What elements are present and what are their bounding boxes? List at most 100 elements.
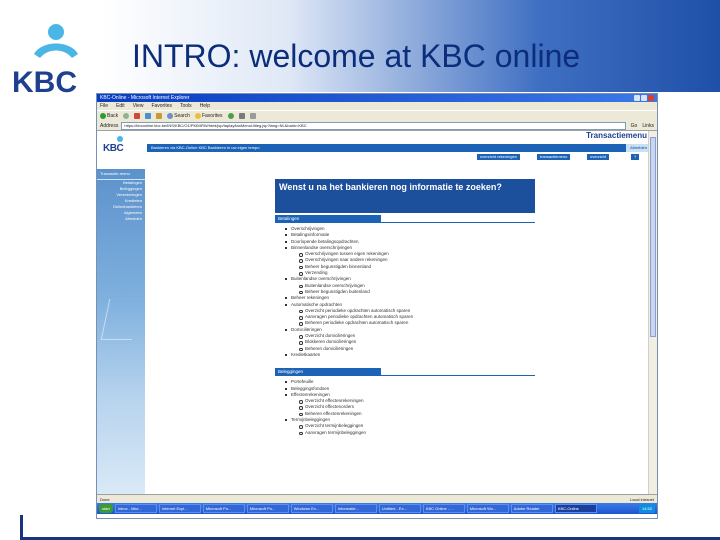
back-button[interactable]: Back	[100, 113, 118, 119]
sub-list-item[interactable]: Aanvragen termijnbeleggingen	[299, 430, 535, 436]
list-item-label[interactable]: Domiciliëringen	[291, 327, 322, 332]
menu-file[interactable]: File	[100, 103, 108, 109]
menu-view[interactable]: View	[133, 103, 144, 109]
status-bar: Done Local intranet	[97, 494, 657, 503]
home-button[interactable]	[156, 113, 163, 119]
taskbar-task[interactable]: KBC-Online	[554, 504, 597, 513]
favorites-label: Favorites	[201, 113, 223, 119]
sub-list: Overzicht domiciliëringen Blokkeren domic…	[291, 333, 535, 352]
search-button[interactable]: Search	[167, 113, 190, 119]
section-title: Beleggingen	[275, 368, 381, 376]
list-item-label[interactable]: Termijnbeleggingen	[291, 417, 330, 422]
list-item[interactable]: Kredietkaarten	[285, 352, 535, 358]
history-button[interactable]	[227, 113, 234, 119]
kbc-logo-text: KBC	[12, 66, 77, 98]
links-button[interactable]: Links	[642, 123, 654, 129]
kbc-page-logo[interactable]: KBC	[103, 135, 141, 155]
list-item[interactable]: Automatische opdrachten Overzicht periodi…	[285, 302, 535, 327]
pill-help[interactable]: ?	[631, 154, 640, 160]
info-sections: Betalingen Overschrijvingen Betalingsinfor…	[275, 215, 535, 444]
stop-button[interactable]	[134, 113, 141, 119]
taskbar-task[interactable]: Informatie...	[334, 504, 377, 513]
taskbar-task[interactable]: Microsoft Po...	[246, 504, 289, 513]
print-icon	[249, 113, 256, 119]
address-bar: Address https://kbconline.kbc.be/INS/KBC…	[97, 121, 657, 131]
list-item-label[interactable]: Portefeuille	[291, 379, 314, 384]
list-item-label[interactable]: Automatische opdrachten	[291, 302, 342, 307]
go-button[interactable]: Go	[629, 123, 640, 129]
refresh-button[interactable]	[145, 113, 152, 119]
list-item-label[interactable]: Overschrijvingen	[291, 226, 325, 231]
list-item-label[interactable]: Betalingsinformatie	[291, 232, 329, 237]
stop-icon	[134, 113, 141, 119]
list-item[interactable]: Domiciliëringen Overzicht domiciliëringen…	[285, 327, 535, 352]
taskbar: start Inbox - Micr... Internet Expl... Mic…	[97, 503, 657, 514]
list-item[interactable]: Effectenrekeningen Overzicht effectenreke…	[285, 392, 535, 417]
search-label: Search	[174, 113, 190, 119]
star-icon	[194, 113, 201, 119]
forward-button[interactable]	[123, 113, 130, 119]
back-label: Back	[107, 113, 119, 119]
navbar-text: Bankieren via KBC-Online KBC Bankieren i…	[151, 145, 260, 150]
taskbar-task[interactable]: Inbox - Micr...	[114, 504, 157, 513]
taskbar-tasks: Inbox - Micr... Internet Expl... Microsoft…	[114, 504, 597, 513]
list-item-label[interactable]: Beheer rekeningen	[291, 295, 329, 300]
taskbar-task[interactable]: Windows Ex...	[290, 504, 333, 513]
address-input[interactable]: https://kbconline.kbc.be/INS/KBC/O1/PKB/…	[121, 121, 626, 130]
start-button[interactable]: start	[99, 504, 113, 513]
list-item-label[interactable]: Buitenlandse overschrijvingen	[291, 276, 351, 281]
section-divider	[275, 222, 535, 223]
list-item-label[interactable]: Beleggingsfondsen	[291, 386, 329, 391]
scrollbar-thumb[interactable]	[650, 137, 656, 337]
mail-icon	[238, 113, 245, 119]
list-item-label[interactable]: Kredietkaarten	[291, 352, 320, 357]
minimize-button[interactable]	[634, 95, 640, 101]
menu-tools[interactable]: Tools	[180, 103, 192, 109]
taskbar-task[interactable]: Adobe Reader	[510, 504, 553, 513]
home-icon	[156, 113, 163, 119]
status-zone: Local intranet	[629, 496, 654, 502]
info-content: Wenst u na het bankieren nog informatie …	[275, 179, 535, 444]
taskbar-clock: 14:52	[638, 504, 655, 513]
pill-overzicht[interactable]: overzicht	[587, 154, 610, 160]
kbc-page-logo-text: KBC	[103, 143, 124, 154]
kbc-page: KBC Transactiemenu Bankieren via KBC-Onl…	[97, 131, 657, 494]
taskbar-task[interactable]: Microsoft Po...	[202, 504, 245, 513]
status-text: Done	[100, 496, 110, 502]
taskbar-task[interactable]: Untitled - Ex...	[378, 504, 421, 513]
section-list: Overschrijvingen Betalingsinformatie Doorl…	[275, 226, 535, 358]
forward-arrow-icon	[123, 113, 130, 119]
menu-help[interactable]: Help	[200, 103, 210, 109]
taskbar-task[interactable]: Microsoft Wo...	[466, 504, 509, 513]
favorites-button[interactable]: Favorites	[194, 113, 223, 119]
list-item[interactable]: Termijnbeleggingen Overzicht termijnbeleg…	[285, 417, 535, 436]
list-item-label[interactable]: Doorlopende betalingsopdrachten	[291, 239, 359, 244]
sub-list: Overzicht termijnbeleggingen Aanvragen te…	[291, 423, 535, 436]
taskbar-task[interactable]: KBC Online - ...	[422, 504, 465, 513]
maximize-button[interactable]	[641, 95, 647, 101]
list-item[interactable]: Buitenlandse overschrijvingen Buitenlands…	[285, 276, 535, 295]
list-item[interactable]: Binnenlandse overschrijvingen Overschrijv…	[285, 245, 535, 276]
pill-transactiemenu[interactable]: transactiemenu	[537, 154, 571, 160]
browser-toolbar: Back Search Favorites	[97, 110, 657, 121]
address-label: Address	[100, 122, 119, 129]
menu-edit[interactable]: Edit	[116, 103, 125, 109]
kbc-navbar: Bankieren via KBC-Online KBC Bankieren i…	[147, 144, 653, 152]
info-headline: Wenst u na het bankieren nog informatie …	[275, 179, 535, 213]
sub-list: Overzicht periodieke opdrachten automati…	[291, 308, 535, 327]
list-item-label[interactable]: Effectenrekeningen	[291, 392, 330, 397]
list-item-label[interactable]: Binnenlandse overschrijvingen	[291, 245, 352, 250]
close-button[interactable]	[648, 95, 654, 101]
vertical-scrollbar[interactable]	[648, 131, 657, 494]
menu-favorites[interactable]: Favorites	[151, 103, 172, 109]
section-title: Betalingen	[275, 215, 381, 222]
print-button[interactable]	[249, 113, 256, 119]
pill-overzicht-rekeningen[interactable]: overzicht rekeningen	[477, 154, 520, 160]
mail-button[interactable]	[238, 113, 245, 119]
side-decoration	[100, 299, 141, 340]
window-title: KBC-Online - Microsoft Internet Explorer	[100, 95, 190, 101]
side-item-afmelden[interactable]: Afmelden	[97, 216, 145, 222]
history-icon	[227, 113, 234, 119]
taskbar-task[interactable]: Internet Expl...	[158, 504, 201, 513]
